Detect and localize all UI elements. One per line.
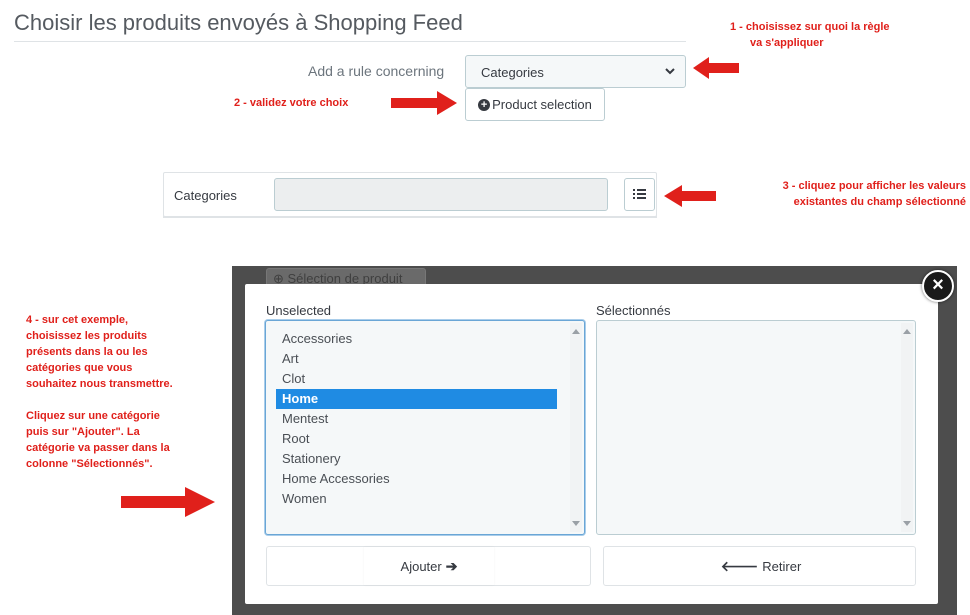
rule-label: Add a rule concerning xyxy=(308,63,445,79)
title-divider xyxy=(14,41,686,42)
list-item[interactable]: Accessories xyxy=(276,329,557,349)
annotation-spacer xyxy=(26,392,221,408)
close-icon[interactable]: × xyxy=(922,270,954,302)
red-arrow-icon xyxy=(121,487,215,517)
unselected-label: Unselected xyxy=(266,303,332,318)
scrollbar[interactable] xyxy=(570,323,582,532)
unselected-list: Accessories Art Clot Home Mentest Root Station… xyxy=(276,329,557,509)
product-selection-label: Product selection xyxy=(492,97,592,112)
annotation-step-4-line-5: souhaitez nous transmettre. xyxy=(26,378,173,390)
annotation-step-2: 2 - validez votre choix xyxy=(234,97,349,109)
list-item[interactable]: Art xyxy=(276,349,557,369)
arrow-right-icon: ➔ xyxy=(445,557,458,574)
categories-input[interactable] xyxy=(274,178,608,211)
show-values-button[interactable] xyxy=(624,178,655,211)
unselected-listbox[interactable]: Accessories Art Clot Home Mentest Root Station… xyxy=(265,320,585,535)
add-button-frame: Ajouter ➔ xyxy=(266,546,591,586)
panel-shadow xyxy=(163,216,657,218)
rule-select[interactable]: Categories xyxy=(465,55,686,88)
annotation-step-3: 3 - cliquez pour afficher les valeurs ex… xyxy=(736,178,966,210)
selected-label: Sélectionnés xyxy=(596,303,671,318)
annotation-step-4-line-9: colonne "Sélectionnés". xyxy=(26,458,153,470)
annotation-step-4-line-7: puis sur "Ajouter". La xyxy=(26,426,140,438)
list-item[interactable]: Clot xyxy=(276,369,557,389)
annotation-step-4-line-3: présents dans la ou les xyxy=(26,346,148,358)
annotation-step-4-line-8: catégorie va passer dans la xyxy=(26,442,170,454)
list-item[interactable]: Stationery xyxy=(276,449,557,469)
list-item[interactable]: Root xyxy=(276,429,557,449)
add-button[interactable]: Ajouter ➔ xyxy=(364,547,494,585)
selected-listbox[interactable] xyxy=(596,320,916,535)
list-item[interactable]: Women xyxy=(276,489,557,509)
list-item[interactable]: Mentest xyxy=(276,409,557,429)
list-item[interactable]: Home xyxy=(276,389,557,409)
remove-button-label: Retirer xyxy=(762,558,802,574)
categories-field-label: Categories xyxy=(174,188,237,203)
annotation-step-4: 4 - sur cet exemple, choisissez les prod… xyxy=(26,312,221,472)
annotation-step-4-line-6: Cliquez sur une catégorie xyxy=(26,410,160,422)
annotation-step-4-line-1: 4 - sur cet exemple, xyxy=(26,314,129,326)
product-selection-button[interactable]: + Product selection xyxy=(465,88,605,121)
remove-button-frame: 🡐 Retirer xyxy=(603,546,916,586)
add-button-label: Ajouter xyxy=(400,558,442,574)
scrollbar[interactable] xyxy=(901,323,913,532)
remove-button[interactable]: 🡐 Retirer xyxy=(696,547,826,585)
red-arrow-icon xyxy=(664,185,716,207)
scroll-up-icon[interactable] xyxy=(903,329,911,334)
scroll-down-icon[interactable] xyxy=(572,521,580,526)
scroll-up-icon[interactable] xyxy=(572,329,580,334)
rule-select-value: Categories xyxy=(481,65,544,80)
categories-field-panel: Categories xyxy=(163,172,657,217)
annotation-step-3-line-2: existantes du champ sélectionné xyxy=(793,196,966,208)
annotation-step-3-line-1: 3 - cliquez pour afficher les valeurs xyxy=(782,180,966,192)
chevron-down-icon xyxy=(665,68,675,75)
plus-circle-icon: + xyxy=(478,98,491,111)
red-arrow-icon xyxy=(693,57,739,79)
annotation-step-4-line-2: choisissez les produits xyxy=(26,330,148,342)
annotation-step-1-line-1: 1 - choisissez sur quoi la règle xyxy=(730,21,890,33)
annotation-step-1-line-2: va s'appliquer xyxy=(750,37,824,49)
list-icon xyxy=(633,189,646,199)
red-arrow-icon xyxy=(391,91,457,115)
scroll-down-icon[interactable] xyxy=(903,521,911,526)
arrow-left-icon: 🡐 xyxy=(720,557,759,574)
annotation-step-4-line-4: catégories que vous xyxy=(26,362,133,374)
annotation-step-1: 1 - choisissez sur quoi la règle va s'ap… xyxy=(730,19,930,51)
list-item[interactable]: Home Accessories xyxy=(276,469,557,489)
page-title: Choisir les produits envoyés à Shopping … xyxy=(14,10,463,35)
